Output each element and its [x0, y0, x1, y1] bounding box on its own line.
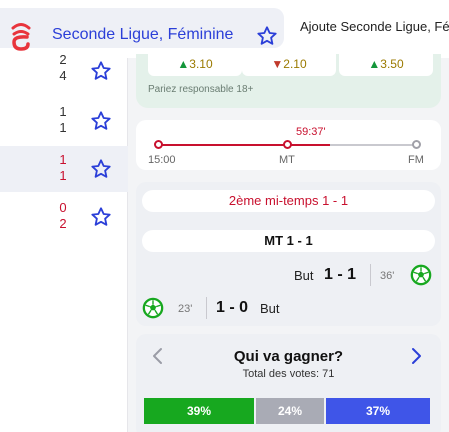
trend-down-icon: ▼ — [271, 57, 284, 71]
favorite-star-icon[interactable] — [90, 158, 112, 180]
trend-up-icon: ▲ — [177, 57, 190, 71]
away-score: 1 — [59, 120, 67, 135]
match-score: 1 1 — [56, 104, 70, 136]
timeline-end-dot — [412, 140, 421, 149]
match-row-3[interactable]: 1 1 — [0, 146, 128, 192]
current-match-time: 59:37' — [296, 126, 326, 138]
goal-label: But — [294, 268, 314, 283]
odds-card: ▲3.10 ▼2.10 ▲3.50 Pariez responsable 18+ — [136, 54, 441, 108]
vote-home-bar[interactable]: 39% — [144, 398, 254, 424]
goal-score: 1 - 0 — [216, 299, 249, 316]
prediction-poll: Qui va gagner? Total des votes: 71 39% 2… — [136, 334, 441, 432]
divider — [370, 264, 371, 286]
soccer-ball-icon — [142, 297, 164, 319]
timeline-start-label: 15:00 — [148, 154, 176, 166]
odds-home-value: 3.10 — [189, 57, 213, 71]
home-score: 1 — [59, 152, 67, 167]
match-events: 2ème mi-temps 1 - 1 MT 1 - 1 But 1 - 1 3… — [136, 182, 441, 326]
poll-title: Qui va gagner? — [233, 348, 344, 365]
match-timeline: 59:37' 15:00 MT FM — [136, 120, 441, 170]
odds-away-button[interactable]: ▲3.50 — [339, 54, 433, 76]
league-name: Seconde Ligue, Féminine — [52, 26, 234, 43]
favorite-star-icon[interactable] — [90, 206, 112, 228]
odds-away-value: 3.50 — [380, 57, 404, 71]
match-detail: ▲3.10 ▼2.10 ▲3.50 Pariez responsable 18+… — [128, 54, 449, 432]
odds-home-button[interactable]: ▲3.10 — [148, 54, 242, 76]
favorite-league-star-icon[interactable] — [256, 25, 278, 47]
brand-logo-icon — [11, 23, 31, 51]
top-bar: Seconde Ligue, Féminine Ajoute Seconde L… — [0, 0, 449, 58]
second-half-header: 2ème mi-temps 1 - 1 — [142, 190, 435, 212]
vote-draw-bar[interactable]: 24% — [256, 398, 324, 424]
chevron-right-icon[interactable] — [410, 346, 424, 366]
home-score: 2 — [59, 52, 67, 67]
add-league-link[interactable]: Ajoute Seconde Ligue, Fém — [300, 19, 449, 34]
timeline-start-dot — [154, 140, 163, 149]
match-row-4[interactable]: 0 2 — [0, 194, 128, 240]
soccer-ball-icon — [410, 264, 432, 286]
responsible-gambling-notice: Pariez responsable 18+ — [148, 84, 254, 95]
away-score: 4 — [59, 68, 67, 83]
home-score: 1 — [59, 104, 67, 119]
home-score: 0 — [59, 200, 67, 215]
match-list: 2 4 1 1 1 1 0 2 — [0, 52, 128, 432]
vote-away-bar[interactable]: 37% — [326, 398, 430, 424]
poll-total-votes: Total des votes: 71 — [242, 368, 335, 380]
odds-draw-button[interactable]: ▼2.10 — [242, 54, 336, 76]
league-header[interactable]: Seconde Ligue, Féminine — [0, 8, 284, 51]
timeline-half-dot — [283, 140, 292, 149]
match-score: 1 1 — [56, 152, 70, 184]
goal-minute: 36' — [380, 270, 395, 282]
away-score: 2 — [59, 216, 67, 231]
goal-label: But — [260, 301, 280, 316]
favorite-star-icon[interactable] — [90, 110, 112, 132]
match-row-1[interactable]: 2 4 — [0, 52, 128, 98]
half-time-header: MT 1 - 1 — [142, 230, 435, 252]
favorite-star-icon[interactable] — [90, 60, 112, 82]
timeline-end-label: FM — [408, 154, 424, 166]
goal-score: 1 - 1 — [324, 266, 357, 283]
match-row-2[interactable]: 1 1 — [0, 98, 128, 144]
match-score: 2 4 — [56, 52, 70, 84]
goal-minute: 23' — [178, 303, 193, 315]
odds-draw-value: 2.10 — [283, 57, 307, 71]
timeline-progress — [158, 144, 330, 146]
trend-up-icon: ▲ — [368, 57, 381, 71]
timeline-half-label: MT — [279, 154, 295, 166]
divider — [206, 297, 207, 319]
match-score: 0 2 — [56, 200, 70, 232]
away-score: 1 — [59, 168, 67, 183]
